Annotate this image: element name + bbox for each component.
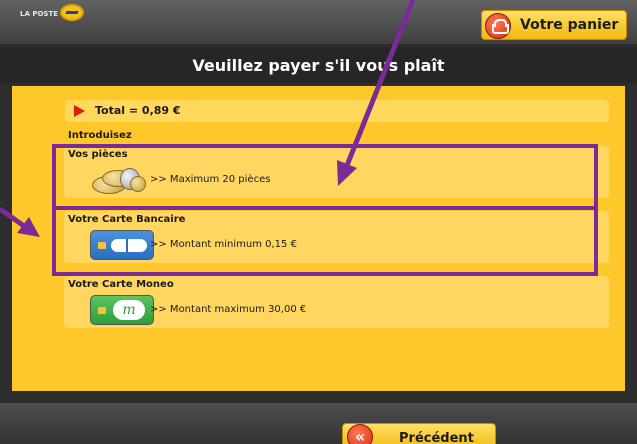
moneo-card-icon: m <box>90 295 154 325</box>
option-description: >> Montant minimum 0,15 € <box>150 239 297 250</box>
arrow-right-icon <box>74 105 85 117</box>
option-description: >> Maximum 20 pièces <box>150 174 271 185</box>
option-title: Votre Carte Bancaire <box>68 214 186 225</box>
double-chevron-left-icon: « <box>347 424 373 444</box>
option-description: >> Montant maximum 30,00 € <box>150 304 307 315</box>
top-bar: LA POSTE Votre panier <box>0 0 637 44</box>
option-title: Vos pièces <box>68 149 128 160</box>
coins-icon <box>90 164 146 196</box>
basket-icon <box>485 13 511 39</box>
page-title: Veuillez payer s'il vous plaît <box>192 56 445 75</box>
payment-panel: Total = 0,89 € Introduisez Vos pièces >>… <box>12 86 625 391</box>
bottom-bar <box>0 403 637 444</box>
payment-option-moneo[interactable]: Votre Carte Moneo m >> Montant maximum 3… <box>64 276 609 328</box>
la-poste-logo-icon <box>60 4 84 21</box>
back-button[interactable]: « Précédent <box>342 423 496 444</box>
logo-text: LA POSTE <box>20 10 58 18</box>
cb-card-icon <box>90 230 154 260</box>
payment-option-coins[interactable]: Vos pièces >> Maximum 20 pièces <box>64 146 609 198</box>
option-title: Votre Carte Moneo <box>68 279 174 290</box>
intro-label: Introduisez <box>68 130 132 141</box>
cart-button-label: Votre panier <box>520 17 619 33</box>
title-bar: Veuillez payer s'il vous plaît <box>0 47 637 83</box>
cart-button[interactable]: Votre panier <box>481 10 627 40</box>
total-box: Total = 0,89 € <box>65 100 609 122</box>
back-button-label: Précédent <box>399 431 474 444</box>
payment-option-carte-bancaire[interactable]: Votre Carte Bancaire >> Montant minimum … <box>64 211 609 263</box>
total-amount: Total = 0,89 € <box>95 104 181 117</box>
moneo-logo: m <box>113 300 145 320</box>
